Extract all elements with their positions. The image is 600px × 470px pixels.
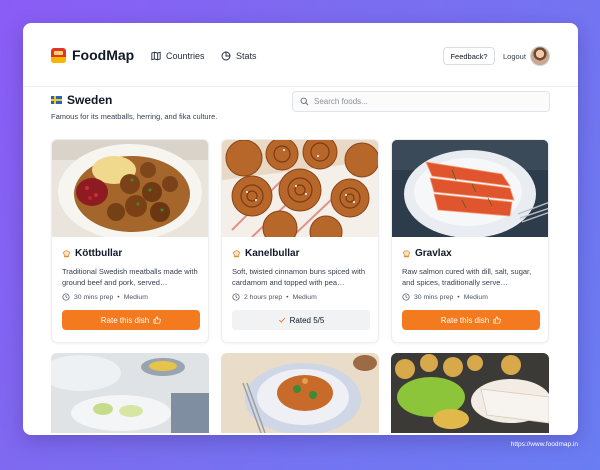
rate-button-label: Rate this dish (100, 315, 150, 325)
clock-icon (62, 293, 70, 301)
food-meta: 30 mins prep • Medium (402, 293, 488, 301)
search-box[interactable] (292, 91, 550, 112)
food-image-kanelbullar[interactable] (222, 140, 378, 237)
difficulty: Medium (292, 293, 317, 301)
app-window: FoodMap Countries Stats Feedback? Logout… (23, 23, 578, 435)
food-title: Köttbullar (62, 248, 122, 259)
country-description: Famous for its meatballs, herring, and f… (51, 112, 218, 121)
difficulty: Medium (463, 293, 488, 301)
food-description: Raw salmon cured with dill, salt, sugar,… (402, 267, 532, 287)
food-name: Gravlax (415, 248, 452, 259)
meatballs-photo-icon (52, 140, 208, 237)
food-description: Soft, twisted cinnamon buns spiced with … (232, 267, 365, 287)
prep-time: 30 mins prep (414, 293, 454, 301)
feedback-button[interactable]: Feedback? (443, 47, 495, 65)
food-image-partial[interactable] (51, 353, 209, 433)
avatar[interactable] (530, 46, 550, 66)
country-name: Sweden (67, 93, 113, 107)
search-input[interactable] (314, 97, 534, 106)
brand[interactable]: FoodMap (51, 47, 134, 63)
chef-hat-icon (402, 250, 411, 258)
prep-time: 30 mins prep (74, 293, 114, 301)
map-icon (151, 51, 161, 61)
food-card: Gravlax Raw salmon cured with dill, salt… (391, 139, 549, 343)
thumbs-up-icon (153, 316, 161, 324)
logout-link[interactable]: Logout (503, 52, 526, 61)
food-title: Gravlax (402, 248, 452, 259)
rate-button-label: Rate this dish (440, 315, 490, 325)
sweden-flag-icon (51, 96, 62, 104)
food-name: Köttbullar (75, 248, 123, 259)
food-meta: 30 mins prep • Medium (62, 293, 148, 301)
food-image-partial[interactable] (391, 353, 549, 433)
prep-time: 2 hours prep (244, 293, 283, 301)
food-photo-icon (391, 353, 549, 433)
thumbs-up-icon (493, 316, 501, 324)
pie-chart-icon (221, 51, 231, 61)
rate-dish-button[interactable]: Rate this dish (402, 310, 540, 330)
search-icon (300, 97, 309, 106)
food-image-kottbullar[interactable] (52, 140, 208, 237)
chef-hat-icon (62, 250, 71, 258)
difficulty: Medium (123, 293, 148, 301)
food-title: Kanelbullar (232, 248, 299, 259)
clock-icon (402, 293, 410, 301)
meta-separator: • (286, 293, 289, 301)
food-name: Kanelbullar (245, 248, 300, 259)
meta-separator: • (117, 293, 120, 301)
food-description: Traditional Swedish meatballs made with … (62, 267, 198, 287)
cinnamon-buns-photo-icon (222, 140, 378, 237)
food-image-gravlax[interactable] (392, 140, 548, 237)
food-photo-icon (221, 353, 379, 433)
brand-name: FoodMap (72, 47, 135, 63)
food-meta: 2 hours prep • Medium (232, 293, 317, 301)
check-icon (278, 317, 285, 323)
nav-stats[interactable]: Stats (221, 51, 257, 61)
rated-button-label: Rated 5/5 (289, 315, 325, 325)
gravlax-photo-icon (392, 140, 548, 237)
clock-icon (232, 293, 240, 301)
food-card: Kanelbullar Soft, twisted cinnamon buns … (221, 139, 379, 343)
food-card: Köttbullar Traditional Swedish meatballs… (51, 139, 209, 343)
chef-hat-icon (232, 250, 241, 258)
meta-separator: • (457, 293, 460, 301)
footer-url: https://www.foodmap.in (510, 441, 578, 448)
food-image-partial[interactable] (221, 353, 379, 433)
brand-logo-icon (51, 47, 66, 63)
food-photo-icon (51, 353, 209, 433)
nav-countries[interactable]: Countries (151, 51, 205, 61)
top-nav: FoodMap Countries Stats Feedback? Logout (23, 23, 578, 87)
rated-button[interactable]: Rated 5/5 (232, 310, 370, 330)
nav-stats-label: Stats (236, 51, 257, 61)
rate-dish-button[interactable]: Rate this dish (62, 310, 200, 330)
nav-countries-label: Countries (166, 51, 205, 61)
country-header: Sweden (51, 93, 112, 107)
